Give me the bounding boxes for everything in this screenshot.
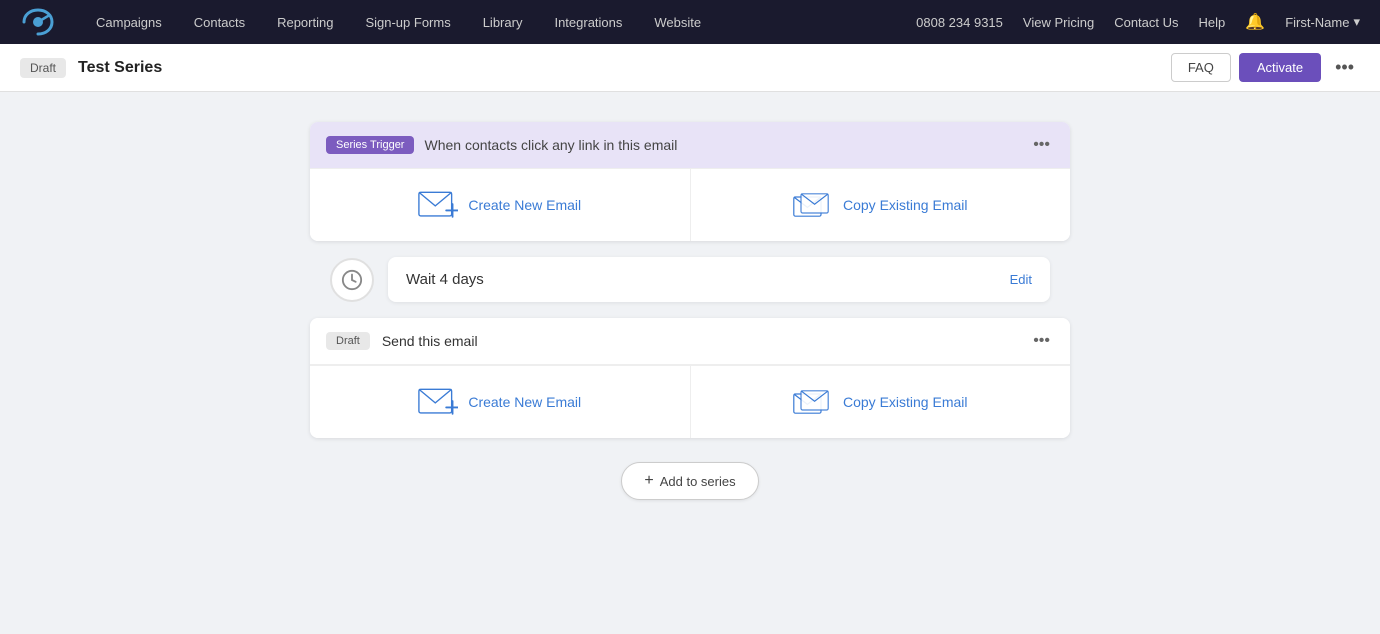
create-email-icon <box>418 191 458 219</box>
view-pricing-link[interactable]: View Pricing <box>1023 15 1094 30</box>
send-block: Draft Send this email ••• Create New Ema… <box>310 318 1070 438</box>
send-more-button[interactable]: ••• <box>1029 330 1054 352</box>
send-copy-email-icon <box>793 388 833 416</box>
series-trigger-badge: Series Trigger <box>326 136 414 154</box>
nav-phone: 0808 234 9315 <box>916 15 1003 30</box>
trigger-copy-email-button[interactable]: Copy Existing Email <box>690 169 1071 241</box>
user-name: First-Name <box>1285 15 1349 30</box>
trigger-create-email-label: Create New Email <box>468 197 581 213</box>
wait-text: Wait 4 days <box>406 271 484 288</box>
trigger-copy-email-label: Copy Existing Email <box>843 197 968 213</box>
nav-contacts[interactable]: Contacts <box>178 0 261 44</box>
activate-button[interactable]: Activate <box>1239 53 1321 82</box>
nav-right: 0808 234 9315 View Pricing Contact Us He… <box>916 12 1360 32</box>
nav-signup-forms[interactable]: Sign-up Forms <box>349 0 466 44</box>
trigger-create-email-button[interactable]: Create New Email <box>310 169 690 241</box>
plus-icon: + <box>644 472 653 490</box>
trigger-more-button[interactable]: ••• <box>1029 134 1054 156</box>
send-draft-badge: Draft <box>326 332 370 350</box>
nav-campaigns[interactable]: Campaigns <box>80 0 178 44</box>
dots-icon: ••• <box>1033 136 1050 154</box>
trigger-description: When contacts click any link in this ema… <box>424 137 677 153</box>
send-create-email-label: Create New Email <box>468 394 581 410</box>
top-navigation: Campaigns Contacts Reporting Sign-up For… <box>0 0 1380 44</box>
trigger-email-options: Create New Email Copy Existing Email <box>310 168 1070 241</box>
send-copy-email-label: Copy Existing Email <box>843 394 968 410</box>
clock-icon <box>341 269 363 291</box>
user-menu[interactable]: First-Name ▾ <box>1285 14 1360 30</box>
wait-edit-link[interactable]: Edit <box>1010 272 1032 287</box>
send-create-email-button[interactable]: Create New Email <box>310 366 690 438</box>
nav-library[interactable]: Library <box>467 0 539 44</box>
nav-reporting[interactable]: Reporting <box>261 0 349 44</box>
series-title: Test Series <box>78 59 162 77</box>
copy-email-icon <box>793 191 833 219</box>
trigger-header: Series Trigger When contacts click any l… <box>310 122 1070 168</box>
ellipsis-icon: ••• <box>1335 57 1354 78</box>
send-header-left: Draft Send this email <box>326 332 478 350</box>
add-series-label: Add to series <box>660 474 736 489</box>
wait-clock-circle <box>330 258 374 302</box>
notifications-icon[interactable]: 🔔 <box>1245 12 1265 32</box>
draft-badge: Draft <box>20 58 66 78</box>
nav-integrations[interactable]: Integrations <box>538 0 638 44</box>
send-dots-icon: ••• <box>1033 332 1050 350</box>
nav-website[interactable]: Website <box>638 0 717 44</box>
faq-button[interactable]: FAQ <box>1171 53 1231 82</box>
trigger-block: Series Trigger When contacts click any l… <box>310 122 1070 241</box>
send-header: Draft Send this email ••• <box>310 318 1070 365</box>
add-to-series-button[interactable]: + Add to series <box>621 462 758 500</box>
send-description: Send this email <box>382 333 478 349</box>
wait-content: Wait 4 days Edit <box>388 257 1050 302</box>
help-link[interactable]: Help <box>1199 15 1226 30</box>
logo[interactable] <box>20 8 56 36</box>
wait-block: Wait 4 days Edit <box>310 241 1070 318</box>
chevron-down-icon: ▾ <box>1353 14 1360 30</box>
sub-header-actions: FAQ Activate ••• <box>1171 53 1360 82</box>
more-options-button[interactable]: ••• <box>1329 53 1360 82</box>
sub-header: Draft Test Series FAQ Activate ••• <box>0 44 1380 92</box>
trigger-header-left: Series Trigger When contacts click any l… <box>326 136 677 154</box>
nav-links: Campaigns Contacts Reporting Sign-up For… <box>80 0 916 44</box>
main-content: Series Trigger When contacts click any l… <box>0 92 1380 530</box>
contact-us-link[interactable]: Contact Us <box>1114 15 1178 30</box>
send-copy-email-button[interactable]: Copy Existing Email <box>690 366 1071 438</box>
send-create-email-icon <box>418 388 458 416</box>
send-email-options: Create New Email Copy Existing Email <box>310 365 1070 438</box>
